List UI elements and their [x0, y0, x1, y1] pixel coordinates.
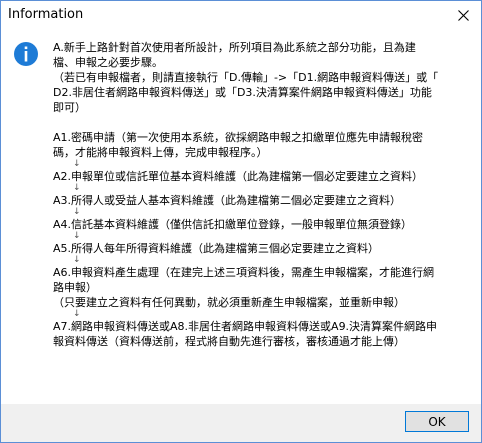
step-a7: A7.網路申報資料傳送或A8.非居住者網路申報資料傳送或A9.決清算案件網路申 — [53, 320, 438, 333]
intro-line: A.新手上路針對首次使用者所設計，所列項目為此系統之部分功能，且為建 — [53, 41, 416, 54]
down-arrow-icon: ↓ — [73, 309, 81, 319]
down-arrow-icon: ↓ — [73, 231, 81, 241]
step-a4: A4.信託基本資料維護（僅供信託扣繳單位登錄，一般申報單位無須登錄） — [53, 218, 413, 231]
message-text: A.新手上路針對首次使用者所設計，所列項目為此系統之部分功能，且為建 檔、申報之… — [53, 40, 467, 349]
down-arrow-icon: ↓ — [73, 183, 81, 193]
step-a3: A3.所得人或受益人基本資料維護（此為建檔第二個必定要建立之資料） — [53, 194, 402, 207]
close-button[interactable] — [447, 1, 481, 31]
step-a7-cont: 報資料傳送（資料傳送前，程式將自動先進行審核，審核通過才能上傳） — [53, 335, 405, 348]
intro-line: D2.非居住者網路申報資料傳送」或「D3.決清算案件網路申報資料傳送」功能 — [53, 86, 432, 99]
down-arrow-icon: ↓ — [73, 255, 81, 265]
down-arrow-icon: ↓ — [73, 159, 81, 169]
down-arrow-icon: ↓ — [73, 207, 81, 217]
step-a6-note: （只要建立之資料有任何異動，就必須重新產生申報檔案，並重新申報） — [53, 296, 405, 309]
step-a6-cont: 路申報） — [53, 281, 97, 294]
step-a5: A5.所得人每年所得資料維護（此為建檔第三個必定要建立之資料） — [53, 242, 380, 255]
title-bar[interactable]: Information — [1, 1, 481, 31]
intro-line: 即可） — [53, 101, 86, 114]
close-icon — [458, 10, 469, 21]
information-dialog: Information A.新手上路針對首次使用者所設計，所列項目為此系統之部分… — [0, 0, 482, 443]
ok-button[interactable]: OK — [405, 411, 469, 432]
dialog-title: Information — [8, 7, 84, 22]
step-a6: A6.申報資料產生處理（在建完上述三項資料後，需產生申報檔案，才能進行網 — [53, 266, 435, 279]
step-a2: A2.申報單位或信託單位基本資料維護（此為建檔第一個必定要建立之資料） — [53, 170, 424, 183]
dialog-footer: OK — [1, 404, 481, 442]
step-a1-cont: 碼，才能將申報資料上傳，完成申報程序。） — [53, 146, 268, 159]
intro-line: 檔、申報之必要步驟。 — [53, 56, 163, 69]
intro-line: （若已有申報檔者，則請直接執行「D.傳輸」->「D1.網路申報資料傳送」或「 — [53, 71, 439, 84]
dialog-content: A.新手上路針對首次使用者所設計，所列項目為此系統之部分功能，且為建 檔、申報之… — [1, 31, 481, 404]
info-icon — [14, 42, 38, 66]
step-a1: A1.密碼申請（第一次使用本系統，欲採網路申報之扣繳單位應先申請報稅密 — [53, 131, 424, 144]
